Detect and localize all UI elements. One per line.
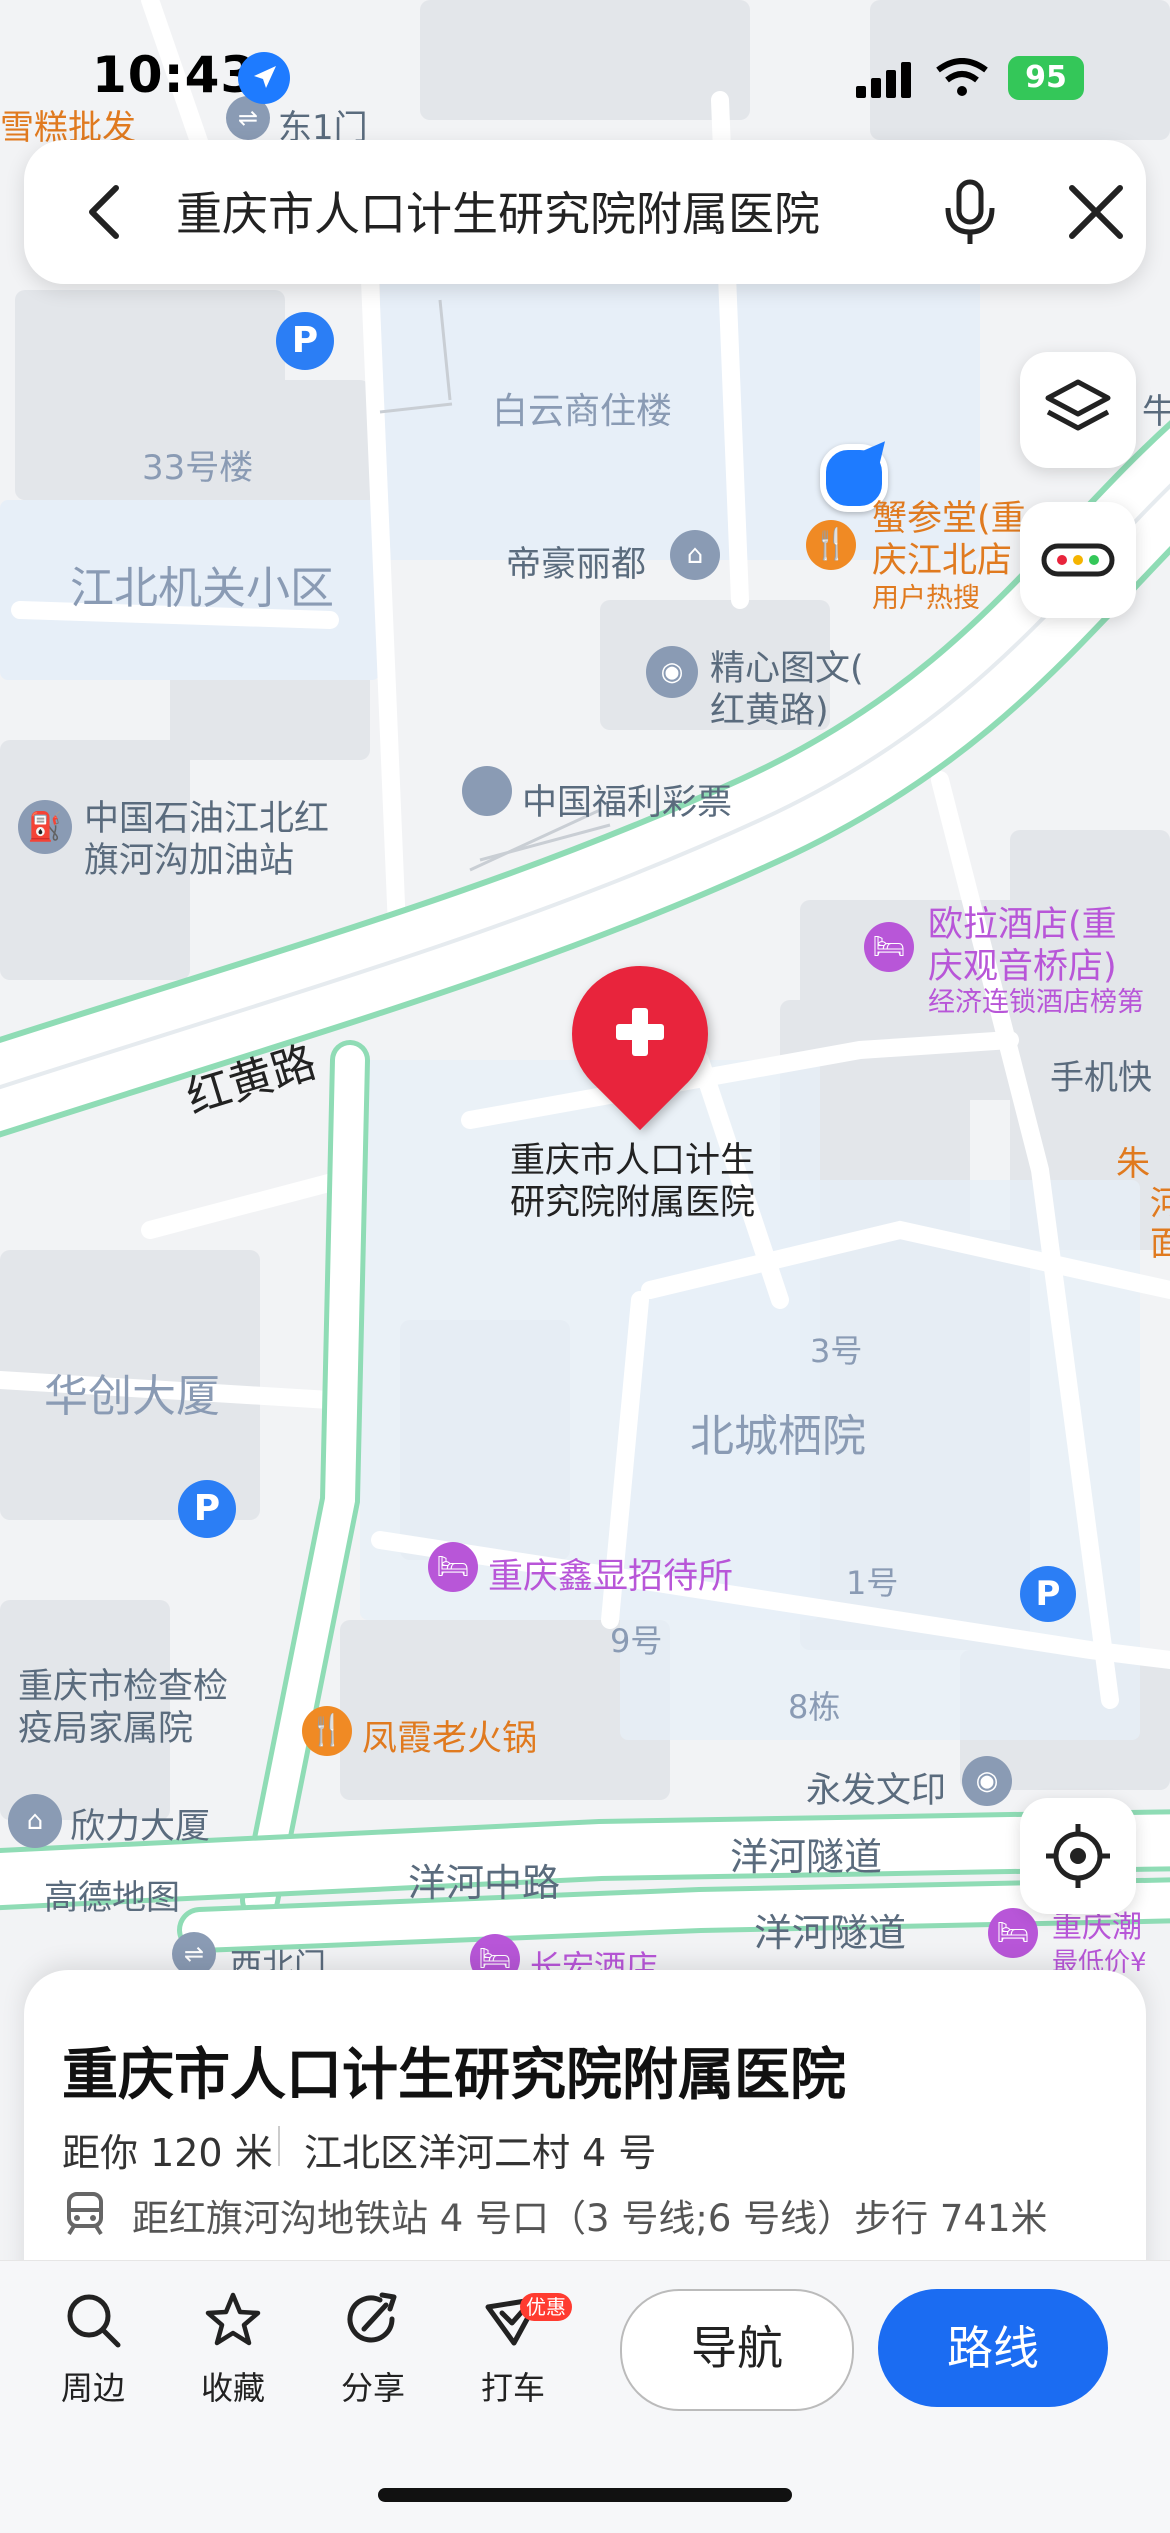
search-icon (67, 2294, 121, 2348)
layers-button[interactable] (1020, 352, 1136, 468)
traffic-button[interactable] (1020, 502, 1136, 618)
nearby-label: 周边 (60, 2369, 125, 2407)
map-label: 牛 (1142, 392, 1170, 432)
search-query[interactable]: 重庆市人口计生研究院附属医院 (176, 178, 820, 244)
route-button[interactable]: 路线 (878, 2289, 1108, 2407)
restaurant-icon[interactable]: 🍴 (806, 520, 856, 570)
parking-icon[interactable]: P (276, 312, 334, 370)
signal-icon (856, 62, 914, 98)
divider (278, 2126, 280, 2166)
location-pin-icon[interactable] (462, 766, 512, 816)
map-label: 疫局家属院 (18, 1709, 194, 1749)
camera-icon[interactable]: ◉ (646, 646, 698, 698)
traffic-icon (1041, 543, 1115, 577)
camera-icon[interactable]: ◉ (962, 1756, 1012, 1806)
map-label: 凤霞老火锅 (362, 1719, 538, 1759)
road-label: 洋河隧道 (754, 1911, 907, 1955)
map-label: 33号楼 (142, 448, 254, 488)
location-services-icon (238, 52, 290, 104)
road-label: 洋河隧道 (730, 1835, 883, 1879)
star-icon (205, 2292, 261, 2346)
metro-icon (62, 2190, 108, 2236)
building-icon[interactable]: ⌂ (8, 1794, 62, 1848)
restaurant-icon[interactable]: 🍴 (302, 1706, 352, 1756)
crosshair-icon (1046, 1824, 1110, 1888)
hotel-icon[interactable]: 🛏 (988, 1908, 1038, 1958)
map-label: 白云商住楼 (492, 391, 673, 432)
status-time: 10:43 (92, 46, 257, 104)
map-label: 江北机关小区 (70, 563, 334, 614)
favorite-button[interactable]: 收藏 (178, 2289, 288, 2419)
microphone-icon[interactable] (932, 174, 1008, 250)
share-label: 分享 (340, 2369, 405, 2407)
gas-station-icon[interactable]: ⛽ (18, 800, 72, 854)
map-attribution: 高德地图 (44, 1878, 180, 1918)
promo-badge: 优惠 (520, 2293, 572, 2321)
home-indicator[interactable] (378, 2488, 792, 2502)
map-label: 红黄路) (710, 691, 829, 731)
place-distance: 距你 120 米 (62, 2131, 273, 2175)
locate-me-button[interactable] (1020, 1798, 1136, 1914)
favorite-label: 收藏 (200, 2369, 265, 2407)
battery-icon: 95 (1008, 56, 1084, 100)
map-label: 1号 (846, 1564, 899, 1602)
close-icon[interactable] (1058, 174, 1134, 250)
building-icon[interactable]: ⌂ (670, 530, 720, 580)
map-label: 3号 (810, 1332, 863, 1370)
map-label: 朱 (1116, 1144, 1150, 1184)
navigate-button[interactable]: 导航 (620, 2289, 854, 2411)
metro-info: 距红旗河沟地铁站 4 号口（3 号线;6 号线）步行 741米 (132, 2197, 1048, 2240)
road-label: 洋河中路 (408, 1861, 561, 1905)
nearby-button[interactable]: 周边 (38, 2289, 148, 2419)
share-button[interactable]: 分享 (318, 2289, 428, 2419)
taxi-label: 打车 (480, 2369, 545, 2407)
hotel-icon[interactable]: 🛏 (428, 1542, 478, 1592)
map-label: 手机快 (1050, 1058, 1152, 1098)
wifi-icon (936, 58, 988, 98)
layers-icon (1045, 379, 1111, 431)
map-label: 面 (1150, 1224, 1170, 1264)
poi-label: 研究院附属医院 (510, 1183, 756, 1223)
status-bar: 10:43 95 (0, 0, 1170, 140)
map-label: 华创大厦 (44, 1371, 220, 1422)
back-icon[interactable] (68, 174, 144, 250)
map-label: 欣力大厦 (70, 1807, 211, 1847)
share-icon (347, 2292, 397, 2343)
map-label: 8栋 (788, 1688, 841, 1726)
search-bar[interactable]: 重庆市人口计生研究院附属医院 (24, 140, 1146, 284)
parking-icon[interactable]: P (178, 1480, 236, 1538)
hotel-icon[interactable]: 🛏 (864, 922, 914, 972)
map-label: 用户热搜 (872, 583, 980, 614)
map-label: 重庆鑫显招待所 (488, 1557, 734, 1597)
map-label: 经济连锁酒店榜第 (928, 987, 1144, 1018)
map-label: 帝豪丽都 (506, 545, 647, 585)
parking-icon[interactable]: P (1020, 1566, 1076, 1622)
hospital-cross-icon (612, 1004, 668, 1060)
map-label: 9号 (610, 1622, 663, 1660)
map-label: 中国福利彩票 (522, 783, 733, 823)
map-label: 旗河沟加油站 (84, 841, 295, 881)
map-label: 北城栖院 (690, 1411, 866, 1462)
map-label: 永发文印 (806, 1771, 947, 1811)
place-address: 江北区洋河二村 4 号 (304, 2131, 657, 2175)
place-title: 重庆市人口计生研究院附属医院 (62, 2043, 846, 2108)
